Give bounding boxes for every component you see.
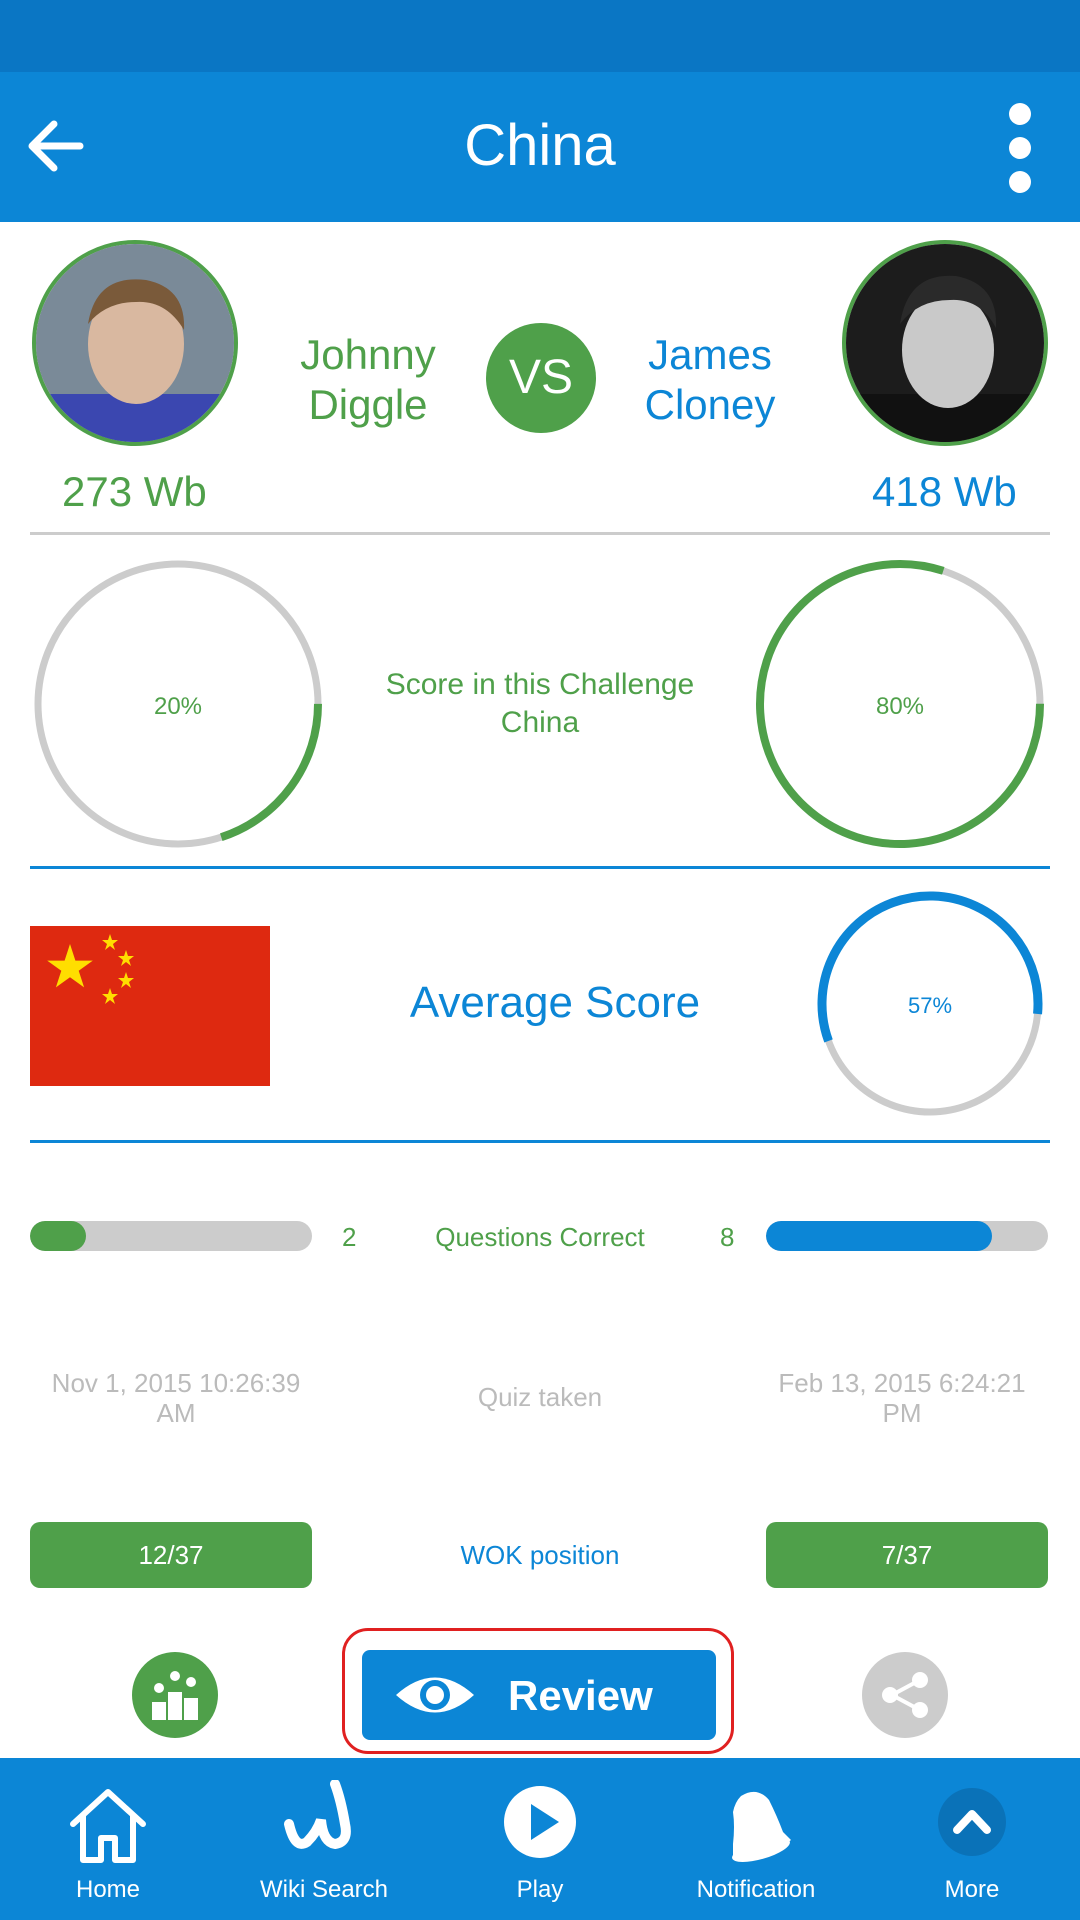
page-title: China xyxy=(464,113,616,178)
right-score-ring: 80% xyxy=(756,560,1044,848)
left-score-ring: 20% xyxy=(34,560,322,848)
right-score-value: 80% xyxy=(876,693,924,720)
average-score-ring: 57% xyxy=(817,891,1043,1117)
questions-correct-label: Questions Correct xyxy=(435,1222,645,1252)
home-icon xyxy=(70,1789,146,1863)
chevron-up-icon xyxy=(938,1788,1006,1856)
right-player-wb: 418 Wb xyxy=(872,468,1017,515)
nav-wiki-search[interactable]: Wiki Search xyxy=(216,1758,432,1920)
left-questions-correct: 2 xyxy=(342,1222,357,1252)
share-icon xyxy=(882,1672,928,1718)
review-button-label: Review xyxy=(508,1672,653,1719)
left-wok-position: 12/37 xyxy=(30,1522,312,1588)
left-questions-bar xyxy=(30,1221,312,1251)
review-button[interactable]: Review xyxy=(362,1650,716,1740)
nav-more[interactable]: More xyxy=(864,1758,1080,1920)
china-flag-image xyxy=(30,926,270,1086)
average-score-value: 57% xyxy=(908,993,952,1018)
divider xyxy=(30,1140,1050,1143)
vs-badge: VS xyxy=(486,323,596,433)
overflow-menu-icon[interactable] xyxy=(1000,100,1040,196)
nav-notification[interactable]: Notification xyxy=(648,1758,864,1920)
bell-icon xyxy=(732,1791,791,1862)
quiz-taken-label: Quiz taken xyxy=(477,1382,603,1412)
right-player-name: James Cloney xyxy=(644,331,776,428)
divider xyxy=(30,532,1050,535)
right-questions-bar xyxy=(766,1221,1048,1251)
ranking-button[interactable] xyxy=(132,1652,218,1738)
right-quiz-date: Feb 13, 2015 6:24:21 PM xyxy=(778,1368,1026,1428)
play-icon xyxy=(504,1786,576,1858)
left-score-value: 20% xyxy=(154,693,202,720)
nav-play[interactable]: Play xyxy=(432,1758,648,1920)
podium-icon xyxy=(152,1671,198,1720)
nav-home[interactable]: Home xyxy=(0,1758,216,1920)
status-bar xyxy=(0,0,1080,72)
bottom-navigation: Home Wiki Search Play Notification More xyxy=(0,1758,1080,1920)
avatar-right-player xyxy=(842,240,1048,446)
eye-icon xyxy=(396,1677,474,1713)
wiki-w-icon xyxy=(284,1780,351,1850)
avatar-left-player xyxy=(32,240,238,446)
app-bar: China xyxy=(0,72,1080,222)
average-score-label: Average Score xyxy=(409,978,701,1027)
left-player-name: Johnny Diggle xyxy=(300,331,436,428)
right-questions-bar-fill xyxy=(766,1221,992,1251)
left-quiz-date: Nov 1, 2015 10:26:39 AM xyxy=(51,1368,301,1428)
share-button[interactable] xyxy=(862,1652,948,1738)
challenge-score-label: Score in this Challenge China xyxy=(385,668,695,739)
right-wok-position: 7/37 xyxy=(766,1522,1048,1588)
wok-position-label: WOK position xyxy=(460,1540,620,1570)
left-questions-bar-fill xyxy=(30,1221,87,1251)
divider xyxy=(30,866,1050,869)
right-questions-correct: 8 xyxy=(720,1222,735,1252)
left-player-wb: 273 Wb xyxy=(62,468,207,515)
